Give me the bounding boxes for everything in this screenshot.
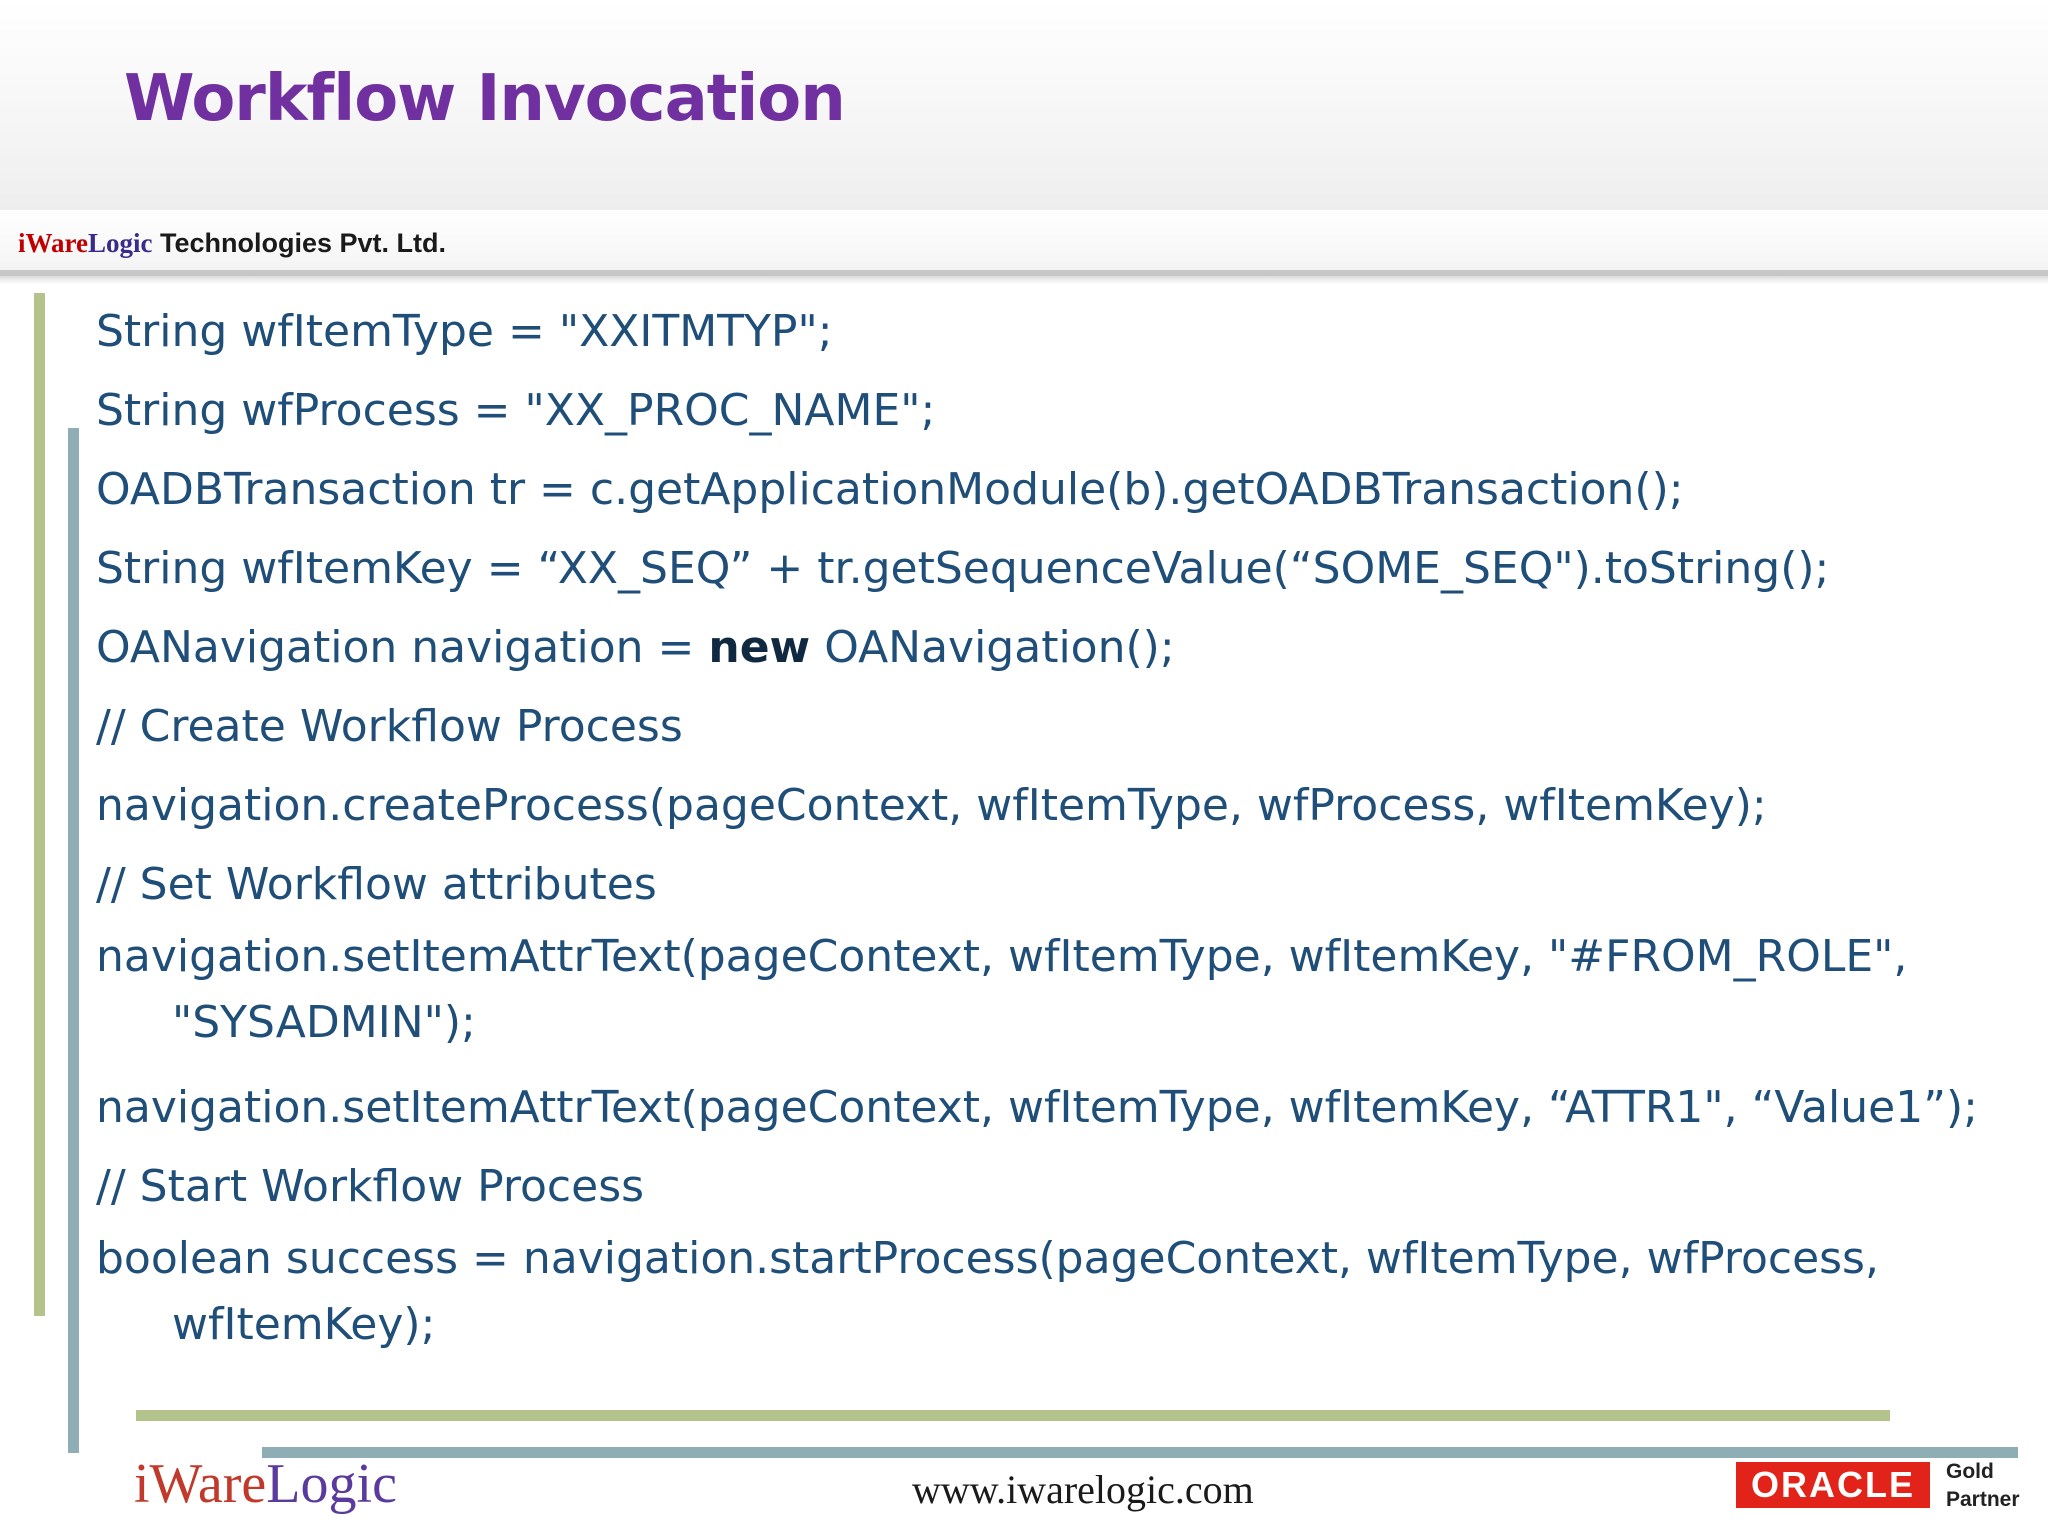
left-accent-bar-green	[34, 293, 45, 1316]
code-keyword-new: new	[708, 622, 811, 673]
slide-title: Workflow Invocation	[124, 62, 846, 136]
code-text: boolean success = navigation.startProces…	[96, 1233, 1879, 1284]
footer-accent-bar-teal	[262, 1447, 2018, 1458]
code-line: String wfItemKey = “XX_SEQ” + tr.getSequ…	[96, 543, 1830, 594]
code-line: OANavigation navigation = new OANavigati…	[96, 608, 2026, 687]
partner-line-gold: Gold	[1946, 1460, 1994, 1483]
company-name-rest: Technologies Pvt. Ltd.	[152, 228, 447, 258]
logo-text-iware: iWare	[134, 1453, 267, 1515]
code-comment: // Set Workflow attributes	[96, 859, 657, 910]
code-line: OADBTransaction tr = c.getApplicationMod…	[96, 464, 1684, 515]
company-brand-logic: Logic	[88, 228, 153, 258]
logo-text-logic: Logic	[266, 1453, 397, 1515]
footer-accent-bar-green	[136, 1410, 1890, 1421]
code-text: navigation.setItemAttrText(pageContext, …	[96, 931, 1908, 982]
company-name: iWareLogic Technologies Pvt. Ltd.	[18, 228, 446, 259]
code-line-wrapped: boolean success = navigation.startProces…	[96, 1226, 2026, 1370]
company-brand-i: iWare	[18, 228, 88, 258]
code-text: OANavigation();	[810, 622, 1175, 673]
code-text: OANavigation navigation =	[96, 622, 709, 673]
gold-partner-label: Gold Partner	[1946, 1458, 2020, 1514]
code-line: navigation.setItemAttrText(pageContext, …	[96, 1082, 1979, 1133]
code-comment: // Start Workflow Process	[96, 1161, 645, 1212]
code-continuation: wfItemKey);	[172, 1299, 436, 1350]
iwarelogic-logo: iWareLogic	[134, 1452, 397, 1516]
code-comment: // Create Workflow Process	[96, 701, 683, 752]
footer-url: www.iwarelogic.com	[912, 1467, 1254, 1512]
left-accent-bar-teal	[68, 428, 79, 1453]
oracle-logo: ORACLE	[1736, 1462, 1930, 1508]
code-continuation: "SYSADMIN");	[172, 997, 476, 1048]
header-shadow	[0, 276, 2048, 284]
code-line: String wfProcess = "XX_PROC_NAME";	[96, 385, 936, 436]
partner-line-partner: Partner	[1946, 1488, 2020, 1511]
code-line-wrapped: navigation.setItemAttrText(pageContext, …	[96, 924, 2026, 1068]
code-block: String wfItemType = "XXITMTYP"; String w…	[96, 292, 2026, 1370]
code-line: String wfItemType = "XXITMTYP";	[96, 306, 833, 357]
code-line: navigation.createProcess(pageContext, wf…	[96, 780, 1767, 831]
